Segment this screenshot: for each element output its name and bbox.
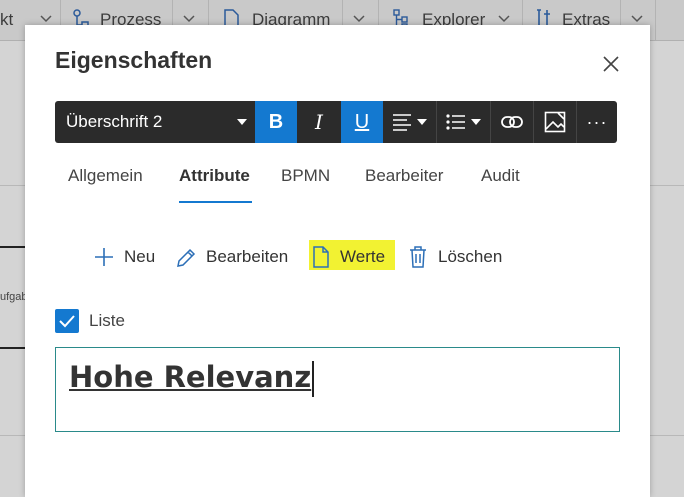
bold-glyph: B	[268, 111, 284, 133]
new-button[interactable]: Neu	[93, 245, 183, 269]
insert-link-button[interactable]	[491, 101, 533, 143]
delete-button[interactable]: Löschen	[408, 245, 518, 269]
chevron-down-icon[interactable]	[182, 11, 196, 25]
italic-glyph: I	[315, 110, 323, 134]
chevron-down-icon[interactable]	[497, 11, 511, 25]
pencil-icon	[177, 248, 196, 267]
list-dropdown-button[interactable]	[437, 101, 490, 143]
editor-content: Hohe Relevanz	[69, 360, 315, 397]
rich-text-editor[interactable]: Hohe Relevanz	[55, 347, 620, 432]
editor-heading-text: Hohe Relevanz	[69, 360, 312, 394]
active-tab-indicator	[179, 201, 252, 203]
image-icon	[544, 111, 566, 133]
tab-bpmn[interactable]: BPMN	[281, 166, 330, 186]
document-icon	[313, 246, 329, 268]
list-checkbox[interactable]	[55, 309, 79, 333]
chevron-down-icon[interactable]	[39, 11, 53, 25]
close-icon[interactable]	[599, 52, 623, 76]
bulleted-list-icon	[446, 114, 481, 130]
align-dropdown-button[interactable]	[385, 101, 436, 143]
heading-style-select[interactable]: Überschrift 2	[55, 101, 255, 143]
edit-button[interactable]: Bearbeiten	[175, 245, 295, 269]
align-left-icon	[393, 114, 427, 131]
edit-button-label: Bearbeiten	[206, 247, 289, 266]
tab-allgemein[interactable]: Allgemein	[68, 166, 143, 186]
dialog-title: Eigenschaften	[55, 47, 213, 73]
plus-icon	[95, 248, 113, 266]
more-icon: ···	[586, 112, 608, 132]
italic-button[interactable]: I	[298, 101, 340, 143]
trash-icon	[410, 246, 426, 268]
list-checkbox-label: Liste	[89, 311, 125, 330]
bg-toolbar-partial-item[interactable]: kt	[0, 9, 13, 31]
link-icon	[501, 116, 523, 128]
checkmark-icon	[59, 315, 75, 328]
underline-glyph: U	[354, 111, 370, 133]
tab-attribute[interactable]: Attribute	[179, 166, 250, 186]
values-button-label: Werte	[340, 247, 386, 266]
values-button[interactable]: Werte	[311, 245, 391, 269]
bg-partial-label: ufgab	[0, 291, 28, 303]
chevron-down-icon[interactable]	[630, 11, 644, 25]
tab-bearbeiter[interactable]: Bearbeiter	[365, 166, 443, 186]
rich-text-toolbar: Überschrift 2 B I U ···	[55, 101, 617, 143]
properties-dialog: Eigenschaften Überschrift 2 B I U ··· Al…	[25, 25, 650, 497]
text-cursor	[312, 361, 315, 397]
insert-image-button[interactable]	[534, 101, 576, 143]
heading-style-label: Überschrift 2	[66, 112, 163, 131]
chevron-down-icon[interactable]	[352, 11, 366, 25]
more-options-button[interactable]: ···	[577, 101, 617, 143]
caret-down-icon	[237, 119, 247, 125]
new-button-label: Neu	[124, 247, 156, 266]
underline-button[interactable]: U	[341, 101, 383, 143]
tab-audit[interactable]: Audit	[481, 166, 520, 186]
bold-button[interactable]: B	[255, 101, 297, 143]
delete-button-label: Löschen	[438, 247, 503, 266]
